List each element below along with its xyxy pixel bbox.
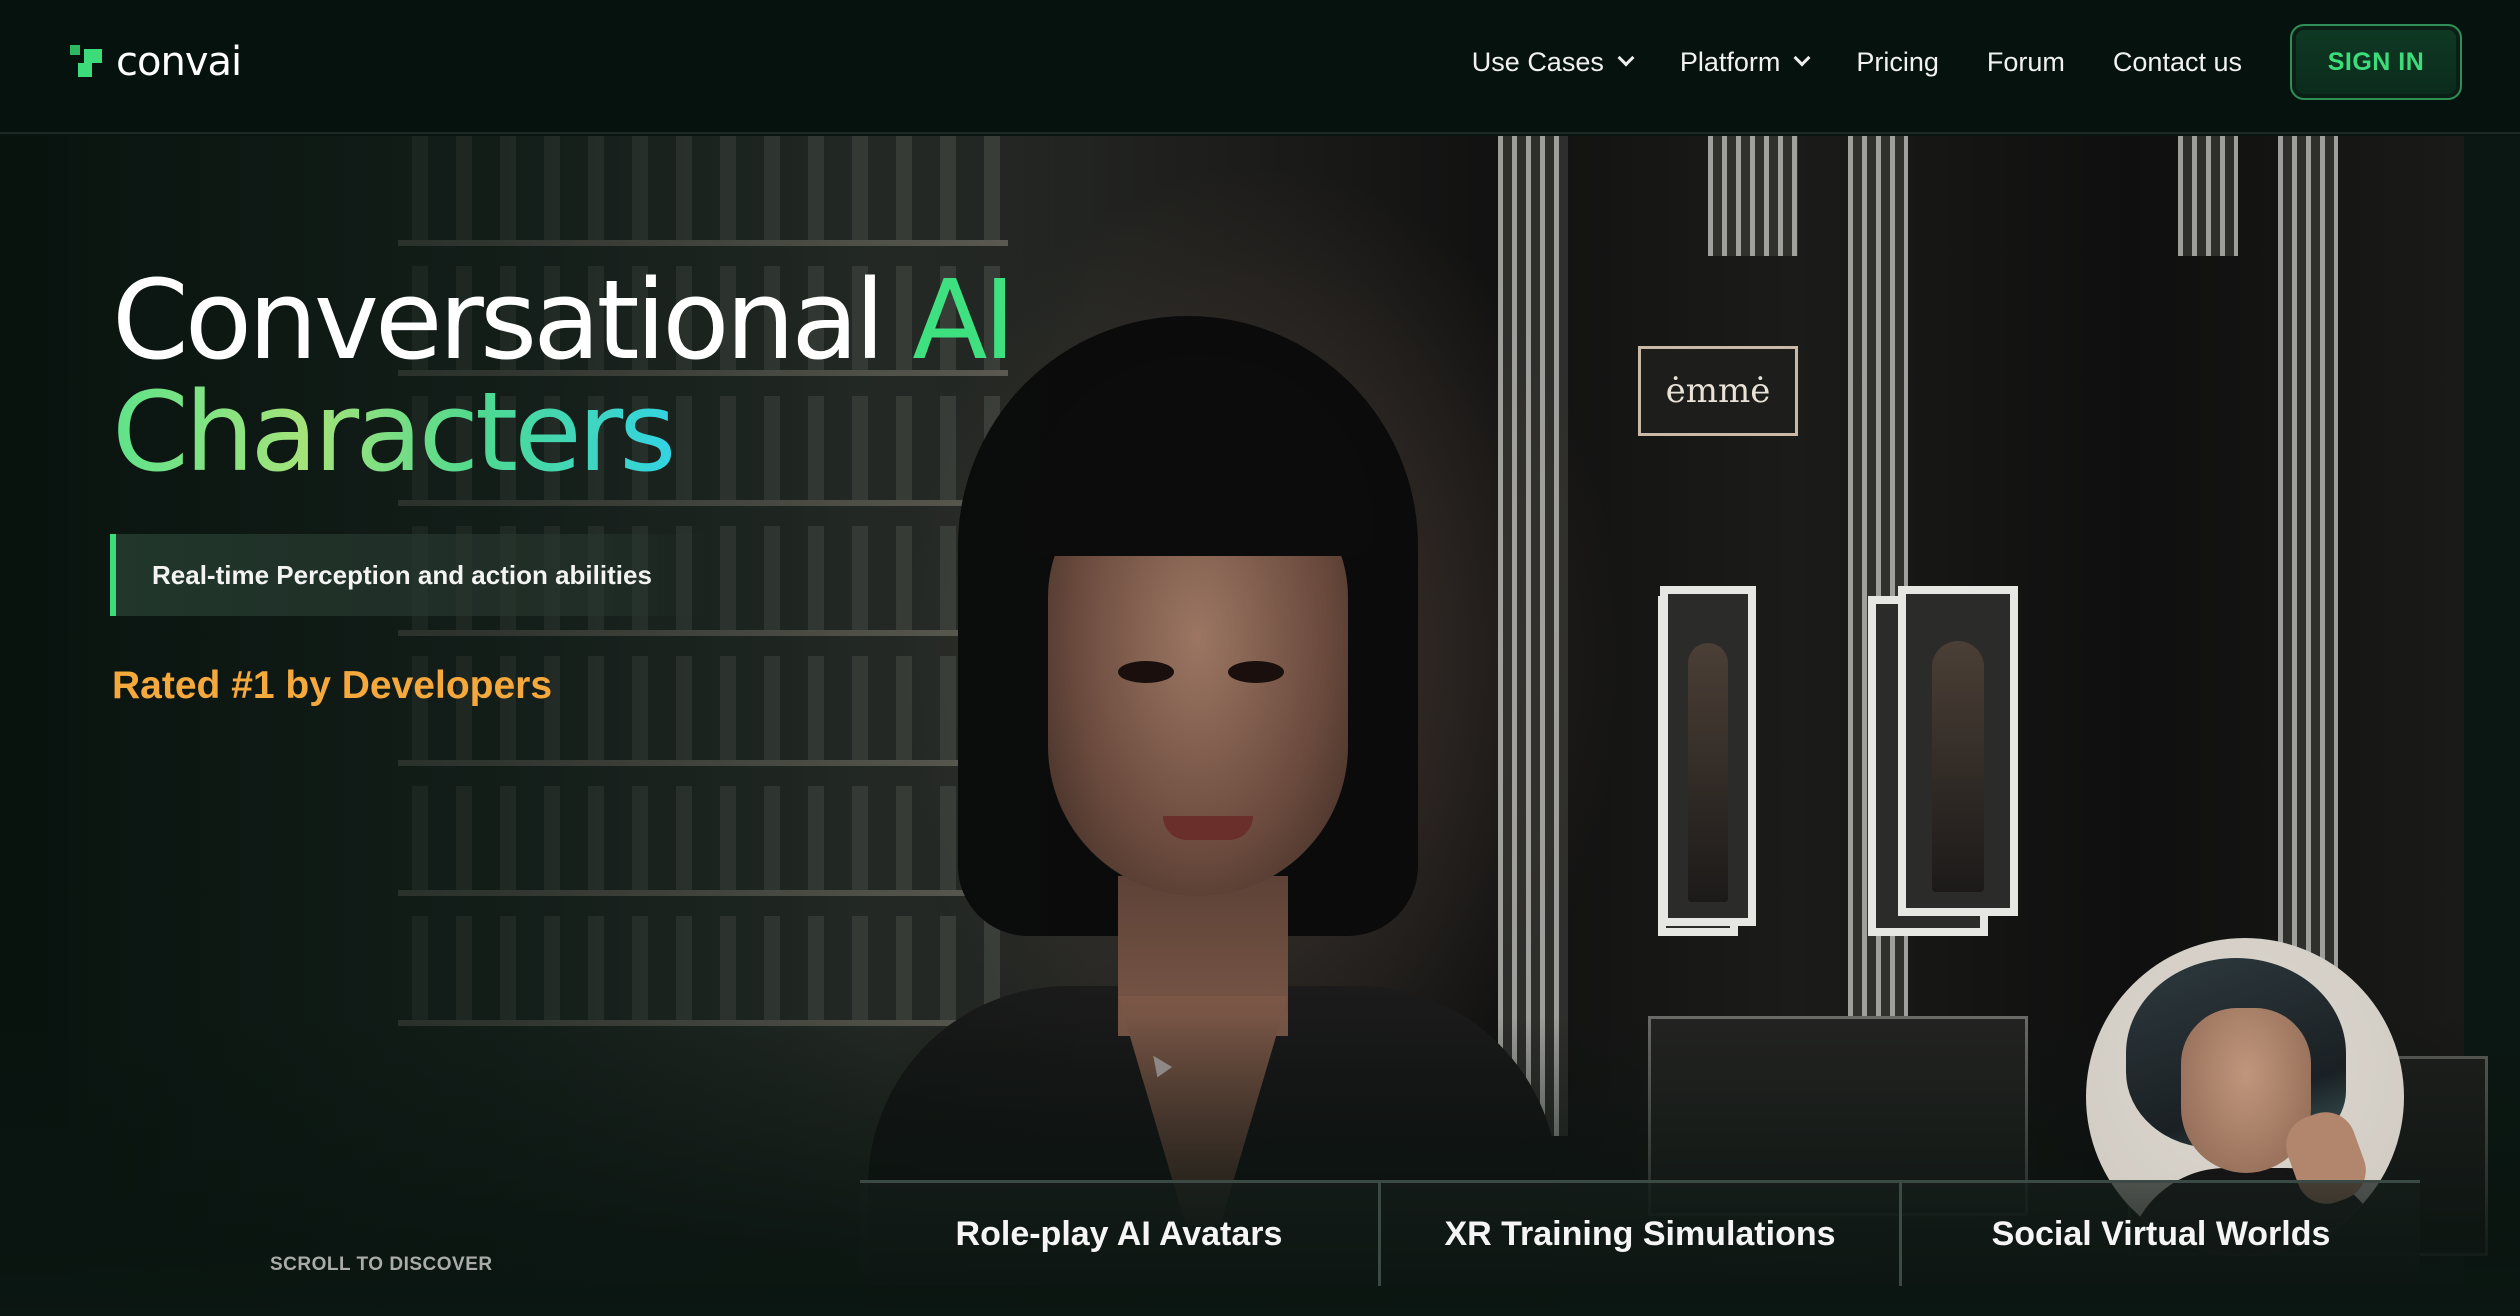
sign-in-button[interactable]: SIGN IN — [2290, 24, 2462, 100]
chevron-down-icon — [1617, 49, 1635, 67]
nav-item-contact-us[interactable]: Contact us — [2113, 47, 2242, 78]
convai-logo-icon — [70, 45, 104, 79]
store-sign-text: ėmmė — [1665, 371, 1771, 411]
poster-frame — [1660, 586, 1756, 926]
hero-headline: Conversational AI Characters — [112, 264, 1016, 488]
scroll-to-discover[interactable]: SCROLL TO DISCOVER — [270, 1254, 493, 1276]
tab-social-virtual-worlds[interactable]: Social Virtual Worlds — [1902, 1180, 2420, 1286]
tab-xr-training-simulations[interactable]: XR Training Simulations — [1381, 1180, 1902, 1286]
rated-tagline: Rated #1 by Developers — [112, 664, 553, 707]
brand-name: convai — [116, 39, 242, 85]
nav-item-label: Contact us — [2112, 46, 2242, 77]
headline-text: Conversational — [112, 256, 913, 384]
nav-item-label: Pricing — [1856, 46, 1939, 77]
feature-badge: Real-time Perception and action abilitie… — [110, 534, 710, 616]
nav-item-platform[interactable]: Platform — [1679, 46, 1811, 78]
nav-item-forum[interactable]: Forum — [1987, 47, 2065, 78]
nav-item-label: Forum — [1986, 46, 2065, 77]
nav-item-label: Use Cases — [1471, 46, 1604, 77]
top-navigation: convai Use Cases Platform Pricing Forum … — [0, 0, 2520, 134]
headline-accent: AI — [912, 256, 1016, 384]
poster-frame — [1898, 586, 2018, 916]
hero-section: ėmmė Conversational AI Characters Real-t… — [0, 136, 2520, 1316]
chevron-down-icon — [1793, 49, 1811, 67]
nav-item-use-cases[interactable]: Use Cases — [1471, 46, 1635, 78]
convai-logo[interactable]: convai — [70, 39, 242, 85]
tab-role-play-ai-avatars[interactable]: Role-play AI Avatars — [860, 1180, 1381, 1286]
nav-item-pricing[interactable]: Pricing — [1856, 47, 1939, 78]
use-case-tabs: Role-play AI Avatars XR Training Simulat… — [860, 1180, 2420, 1286]
headline-line2: Characters — [112, 368, 676, 496]
nav-menu: Use Cases Platform Pricing Forum Contact… — [1424, 22, 2462, 102]
nav-item-label: Platform — [1679, 46, 1781, 77]
store-sign: ėmmė — [1638, 346, 1798, 436]
